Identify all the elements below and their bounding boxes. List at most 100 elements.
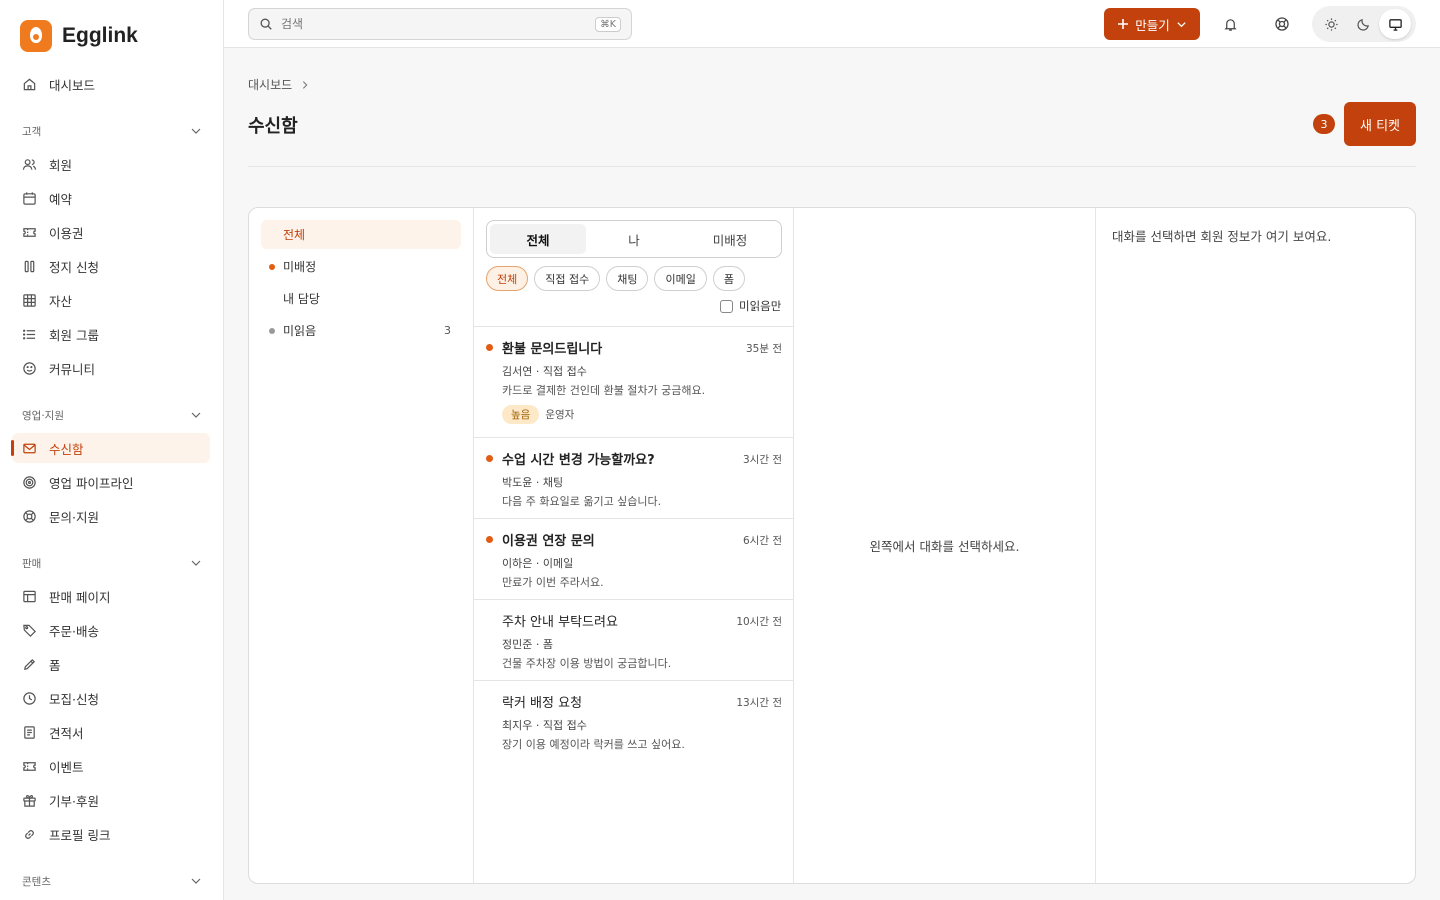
member-info-panel: 대화를 선택하면 회원 정보가 여기 보여요. — [1096, 208, 1415, 883]
conversation-item[interactable]: 이용권 연장 문의 6시간 전 이하은 · 이메일 만료가 이번 주라서요. — [474, 519, 794, 600]
smile-icon — [23, 361, 36, 375]
folder-unread[interactable]: 미읽음 3 — [261, 316, 461, 345]
search-bar[interactable]: ⌘K — [248, 8, 632, 40]
ticket-icon — [23, 227, 36, 237]
sidebar-item-forms[interactable]: 폼 — [12, 649, 210, 679]
target-icon — [23, 475, 36, 489]
new-ticket-button[interactable]: 새 티켓 — [1344, 102, 1416, 146]
conversation-item[interactable]: 환불 문의드립니다 35분 전 김서연 · 직접 접수 카드로 결제한 건인데 … — [474, 327, 794, 438]
search-input[interactable] — [281, 17, 588, 31]
create-button[interactable]: 만들기 — [1104, 8, 1200, 40]
document-icon — [24, 725, 35, 739]
chip-email[interactable]: 이메일 — [654, 266, 707, 291]
app-logo[interactable]: Egglink — [20, 20, 138, 52]
theme-light-button[interactable] — [1315, 9, 1347, 39]
sidebar-item-reservations[interactable]: 예약 — [12, 183, 210, 213]
section-content[interactable]: 콘텐츠 — [22, 871, 202, 891]
unread-indicator — [486, 455, 493, 462]
chip-direct[interactable]: 직접 접수 — [534, 266, 601, 291]
breadcrumb-dashboard[interactable]: 대시보드 — [248, 76, 292, 93]
sidebar-item-members[interactable]: 회원 — [12, 149, 210, 179]
unread-indicator — [486, 536, 493, 543]
unassigned-dot — [269, 264, 275, 270]
conversation-subject: 주차 안내 부탁드려요 — [502, 615, 618, 630]
section-label: 콘텐츠 — [22, 875, 51, 888]
ticket-icon — [23, 761, 36, 771]
channel-filters: 전체 직접 접수 채팅 이메일 폼 — [486, 266, 745, 291]
conversation-item[interactable]: 락커 배정 요청 13시간 전 최지우 · 직접 접수 장기 이용 예정이라 락… — [474, 681, 794, 762]
moon-icon — [1356, 18, 1369, 31]
chevron-down-icon — [1177, 21, 1186, 27]
tab-me[interactable]: 나 — [586, 224, 682, 254]
conversation-time: 35분 전 — [745, 343, 782, 355]
topbar: ⌘K 만들기 — [224, 0, 1440, 48]
tab-unassigned[interactable]: 미배정 — [682, 224, 778, 254]
unread-only-checkbox[interactable] — [720, 299, 733, 313]
sidebar-item-inbox[interactable]: 수신함 — [11, 433, 210, 463]
conversation-item[interactable]: 수업 시간 변경 가능할까요? 3시간 전 박도윤 · 채팅 다음 주 화요일로… — [474, 438, 794, 519]
section-sales[interactable]: 판매 — [22, 553, 202, 573]
sidebar-item-label: 모집·신청 — [49, 691, 99, 707]
sidebar-item-profile-link[interactable]: 프로필 링크 — [12, 819, 210, 849]
folder-all[interactable]: 전체 — [261, 220, 461, 249]
sidebar-item-label: 이용권 — [49, 225, 84, 241]
sidebar-item-community[interactable]: 커뮤니티 — [12, 353, 210, 383]
chip-all[interactable]: 전체 — [486, 266, 529, 291]
sidebar-item-label: 폼 — [49, 657, 61, 673]
sidebar-item-label: 이벤트 — [49, 759, 84, 775]
theme-dark-button[interactable] — [1347, 9, 1379, 39]
conversation-meta: 박도윤 · 채팅 — [502, 476, 564, 489]
chip-chat[interactable]: 채팅 — [606, 266, 649, 291]
notifications-button[interactable] — [1218, 12, 1242, 36]
conversation-preview: 다음 주 화요일로 옮기고 싶습니다. — [502, 495, 662, 508]
conversation-preview: 카드로 결제한 건인데 환불 절차가 궁금해요. — [502, 384, 706, 397]
conversation-time: 10시간 전 — [736, 616, 782, 628]
chip-form[interactable]: 폼 — [712, 266, 745, 291]
unread-indicator — [486, 344, 493, 351]
calendar-icon — [23, 191, 36, 205]
folder-mine[interactable]: 내 담당 — [261, 284, 461, 313]
folder-list: 전체 미배정 내 담당 미읽음 3 — [249, 208, 474, 883]
theme-system-button[interactable] — [1379, 9, 1411, 39]
gift-icon — [23, 794, 36, 807]
sidebar-item-label: 예약 — [49, 191, 73, 207]
info-empty-message: 대화를 선택하면 회원 정보가 여기 보여요. — [1112, 229, 1332, 244]
section-customers[interactable]: 고객 — [22, 121, 202, 141]
conversation-meta: 최지우 · 직접 접수 — [502, 719, 587, 732]
section-label: 영업·지원 — [22, 409, 64, 422]
sidebar-item-suspension[interactable]: 정지 신청 — [12, 251, 210, 281]
app-name: Egglink — [62, 24, 138, 47]
sidebar-item-assets[interactable]: 자산 — [12, 285, 210, 315]
section-sales-support[interactable]: 영업·지원 — [22, 405, 202, 425]
sidebar: Egglink 대시보드 고객 회원 예약 이용권 정지 신청 자산 회원 그룹… — [0, 0, 224, 900]
sidebar-item-support[interactable]: 문의·지원 — [12, 501, 210, 531]
create-label: 만들기 — [1135, 17, 1170, 33]
folder-unassigned[interactable]: 미배정 — [261, 252, 461, 281]
folder-label: 내 담당 — [283, 292, 320, 306]
sidebar-item-label: 견적서 — [49, 725, 84, 741]
tab-all[interactable]: 전체 — [490, 224, 586, 254]
sidebar-item-quotes[interactable]: 견적서 — [12, 717, 210, 747]
grid-icon — [23, 293, 36, 307]
tag-icon — [23, 624, 36, 637]
sidebar-item-recruitment[interactable]: 모집·신청 — [12, 683, 210, 713]
sidebar-item-pipeline[interactable]: 영업 파이프라인 — [12, 467, 210, 497]
search-shortcut: ⌘K — [595, 16, 621, 32]
conversation-subject: 수업 시간 변경 가능할까요? — [502, 453, 655, 468]
conversation-time: 6시간 전 — [743, 535, 782, 547]
conversation-tags: 높음 운영자 — [502, 405, 574, 424]
chevron-down-icon — [191, 560, 201, 566]
ticket-count-badge: 3 — [1313, 114, 1335, 134]
sidebar-item-donations[interactable]: 기부·후원 — [12, 785, 210, 815]
conversation-item[interactable]: 주차 안내 부탁드려요 10시간 전 정민준 · 폼 건물 주차장 이용 방법이… — [474, 600, 794, 681]
sidebar-item-sales-pages[interactable]: 판매 페이지 — [12, 581, 210, 611]
sidebar-item-passes[interactable]: 이용권 — [12, 217, 210, 247]
sidebar-item-orders[interactable]: 주문·배송 — [12, 615, 210, 645]
sidebar-item-events[interactable]: 이벤트 — [12, 751, 210, 781]
conversation-list: 전체 나 미배정 전체 직접 접수 채팅 이메일 폼 미읽음만 환불 문의드립니… — [474, 208, 794, 883]
monitor-icon — [1388, 18, 1402, 31]
unread-only-toggle[interactable]: 미읽음만 — [720, 298, 781, 314]
help-button[interactable] — [1270, 12, 1294, 36]
sidebar-item-dashboard[interactable]: 대시보드 — [12, 69, 210, 99]
sidebar-item-member-groups[interactable]: 회원 그룹 — [12, 319, 210, 349]
